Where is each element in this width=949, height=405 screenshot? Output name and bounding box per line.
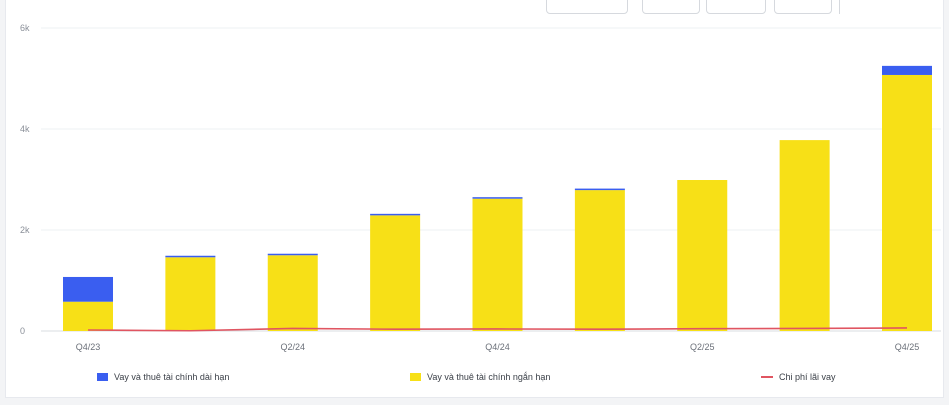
y-tick-label: 4k [20,124,30,134]
bar-long-term [165,255,216,258]
bar-long-term [63,276,113,302]
x-tick-label: Q2/24 [280,342,305,352]
legend-item-long-term[interactable]: Vay và thuê tài chính dài hạn [97,372,229,382]
legend-item-short-term[interactable]: Vay và thuê tài chính ngắn hạn [410,372,550,382]
bar-long-term [574,188,625,191]
bar-short-term [370,215,421,331]
y-axis-ticks: 0 2k 4k 6k [20,23,30,336]
legend-label-interest: Chi phí lãi vay [779,372,836,382]
legend-swatch-short-term [410,373,421,381]
bar-short-term [165,257,216,331]
bars [63,65,932,331]
bar-short-term [882,74,932,331]
legend-swatch-long-term [97,373,108,381]
x-tick-label: Q2/25 [690,342,715,352]
x-tick-label: Q4/24 [485,342,510,352]
y-tick-label: 6k [20,23,30,33]
bar-long-term [370,213,421,216]
bar-long-term [472,197,523,199]
bar-long-term [267,253,318,256]
legend-item-interest[interactable]: Chi phí lãi vay [761,372,836,382]
x-tick-label: Q4/25 [895,342,920,352]
x-tick-label: Q4/23 [76,342,101,352]
x-axis-ticks: Q4/23 Q2/24 Q4/24 Q2/25 Q4/25 [76,342,920,352]
y-tick-label: 2k [20,225,30,235]
bar-short-term [779,140,830,331]
bar-short-term [472,198,523,331]
legend-swatch-interest [761,376,773,378]
bar-long-term [882,65,932,75]
bar-short-term [267,255,318,331]
legend-label-short-term: Vay và thuê tài chính ngắn hạn [427,372,551,382]
stacked-bar-chart: 0 2k 4k 6k Q4/23 Q2/24 Q4/24 Q2/25 Q4/25 [20,23,941,352]
chart-card: 0 2k 4k 6k Q4/23 Q2/24 Q4/24 Q2/25 Q4/25 Vay và… [5,0,944,398]
bar-short-term [63,301,113,331]
bar-short-term [677,180,728,331]
bar-short-term [574,190,625,331]
legend-label-long-term: Vay và thuê tài chính dài hạn [114,372,230,382]
y-tick-label: 0 [20,326,25,336]
